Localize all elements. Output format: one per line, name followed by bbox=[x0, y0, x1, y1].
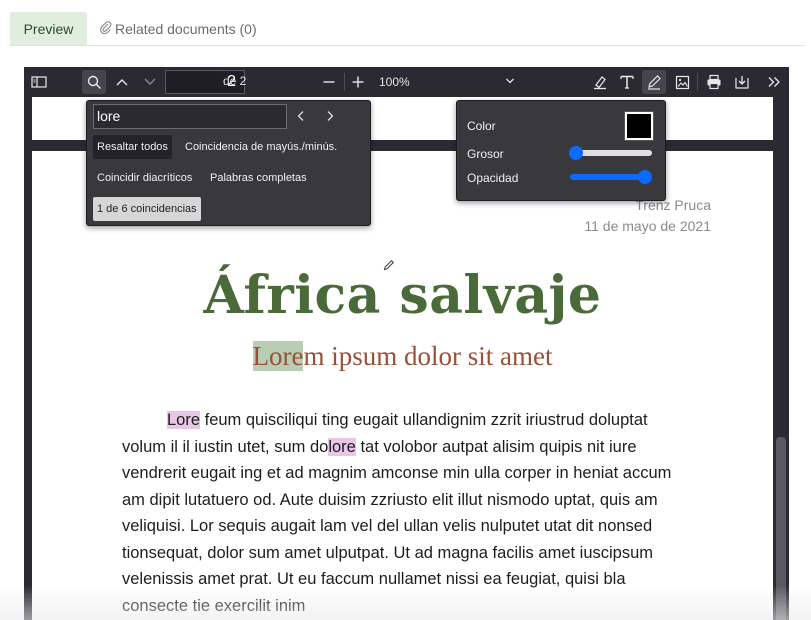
document-date: 11 de mayo de 2021 bbox=[584, 218, 711, 234]
draw-pen-icon[interactable] bbox=[642, 70, 666, 94]
toolbar-divider bbox=[344, 73, 345, 91]
next-page-icon[interactable] bbox=[138, 70, 162, 94]
highlight-icon[interactable] bbox=[588, 70, 612, 94]
viewer-toolbar: 2 de 2 100% bbox=[24, 67, 789, 97]
zoom-select[interactable]: 100% bbox=[371, 70, 523, 94]
text-tool-icon[interactable] bbox=[615, 70, 639, 94]
subtitle-text: m ipsum dolor sit amet bbox=[303, 341, 553, 371]
print-icon[interactable] bbox=[702, 70, 726, 94]
toolbar-divider bbox=[697, 73, 698, 91]
search-match: Lore bbox=[167, 411, 201, 429]
ink-color-swatch[interactable] bbox=[624, 111, 654, 141]
zoom-out-icon[interactable] bbox=[317, 70, 341, 94]
find-bar: lore Resaltar todos Coincidencia de mayú… bbox=[86, 100, 371, 226]
match-diacritics-toggle[interactable]: Coincidir diacríticos bbox=[93, 166, 196, 190]
tab-preview-label: Preview bbox=[23, 20, 74, 37]
sidebar-toggle-icon[interactable] bbox=[27, 70, 51, 94]
zoom-in-icon[interactable] bbox=[346, 70, 370, 94]
chevron-down-icon bbox=[505, 74, 515, 88]
ink-properties-panel: Color Grosor Opacidad bbox=[456, 100, 666, 201]
document-title: África salvaje bbox=[203, 265, 602, 326]
ink-color-label: Color bbox=[467, 119, 496, 133]
tabs-divider bbox=[10, 45, 805, 46]
more-tools-icon[interactable] bbox=[762, 70, 786, 94]
zoom-value: 100% bbox=[379, 75, 410, 89]
find-result-count: 1 de 6 coincidencias bbox=[93, 197, 201, 221]
author-block: Trenz Pruca 11 de mayo de 2021 bbox=[584, 195, 711, 237]
opacity-slider-thumb[interactable] bbox=[638, 170, 652, 184]
search-match-current: Lore bbox=[252, 341, 304, 371]
previous-page-icon[interactable] bbox=[110, 70, 134, 94]
image-tool-icon[interactable] bbox=[670, 70, 694, 94]
search-match: lore bbox=[328, 437, 356, 456]
find-next-icon[interactable] bbox=[320, 106, 340, 126]
document-subtitle: Lorem ipsum dolor sit amet bbox=[32, 341, 773, 372]
find-previous-icon[interactable] bbox=[291, 106, 311, 126]
ink-opacity-label: Opacidad bbox=[467, 171, 519, 185]
paperclip-icon bbox=[100, 20, 112, 37]
thickness-slider-thumb[interactable] bbox=[569, 146, 583, 160]
ink-thickness-label: Grosor bbox=[467, 147, 504, 161]
vertical-scrollbar[interactable] bbox=[776, 437, 786, 620]
highlight-all-toggle[interactable]: Resaltar todos bbox=[93, 135, 172, 159]
download-icon[interactable] bbox=[730, 70, 754, 94]
find-input[interactable]: lore bbox=[93, 104, 287, 129]
tab-related-documents[interactable]: Related documents (0) bbox=[100, 12, 270, 45]
match-case-toggle[interactable]: Coincidencia de mayús./minús. bbox=[181, 135, 341, 159]
tab-preview[interactable]: Preview bbox=[10, 12, 87, 45]
tab-related-label: Related documents (0) bbox=[115, 20, 257, 37]
paragraph-text: tat volobor autpat alisim quipis nit iur… bbox=[122, 437, 672, 615]
body-paragraph: Lore feum quisciliqui ting eugait ulland… bbox=[122, 407, 694, 619]
tab-strip: Preview Related documents (0) bbox=[0, 0, 811, 46]
whole-words-toggle[interactable]: Palabras completas bbox=[206, 166, 311, 190]
page-count-label: de 2 bbox=[223, 74, 247, 88]
search-icon[interactable] bbox=[82, 70, 106, 94]
